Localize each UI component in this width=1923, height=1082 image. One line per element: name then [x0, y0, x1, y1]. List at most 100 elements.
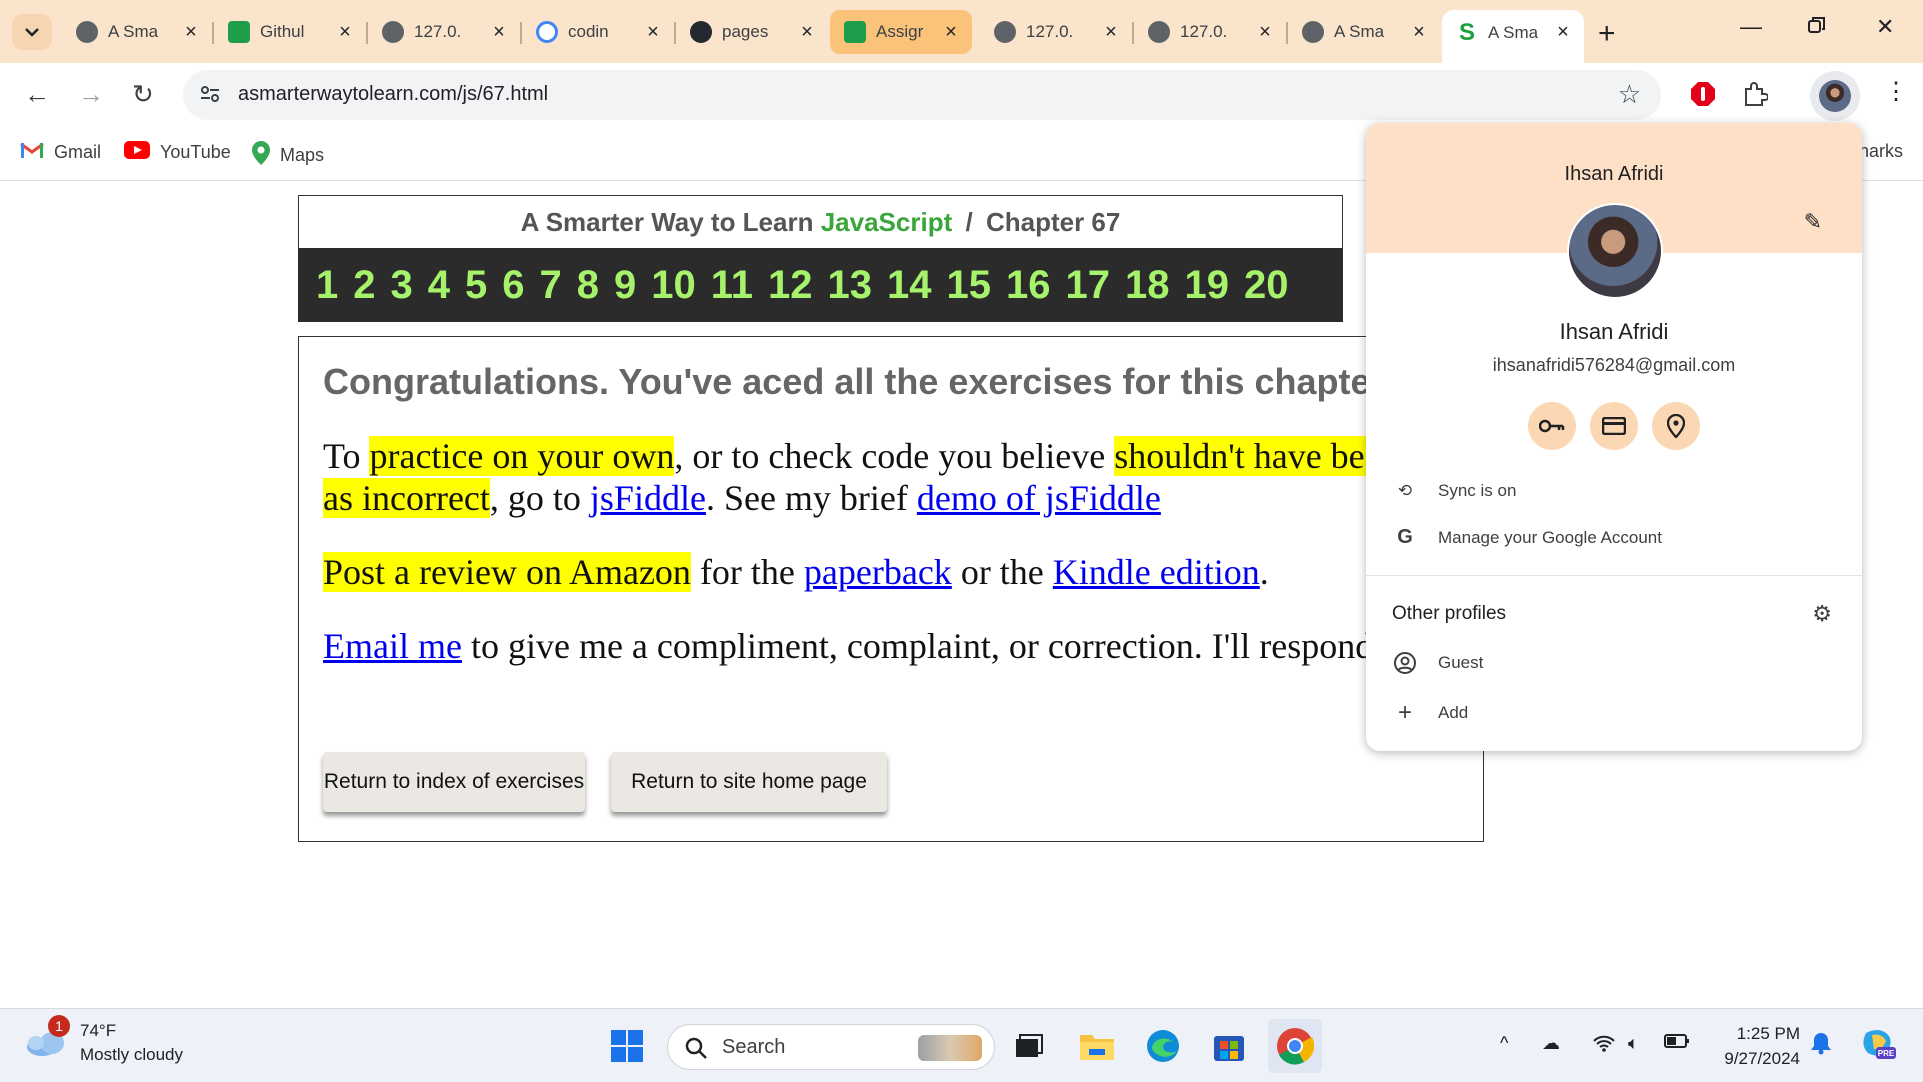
system-clock[interactable]: 1:25 PM 9/27/2024 [1700, 1021, 1800, 1071]
chapter-link[interactable]: 2 [353, 263, 375, 308]
tab-6[interactable]: Assigr × [830, 10, 972, 54]
minimize-icon[interactable]: — [1740, 14, 1762, 40]
close-icon[interactable]: × [940, 21, 962, 44]
chapter-link[interactable]: 18 [1125, 263, 1170, 308]
bookmark-gmail[interactable]: Gmail [20, 141, 101, 164]
return-to-index-button[interactable]: Return to index of exercises [323, 752, 585, 812]
chapter-link[interactable]: 3 [391, 263, 413, 308]
manage-account-row[interactable]: G Manage your Google Account [1392, 526, 1662, 549]
chrome-taskbar-icon[interactable] [1268, 1019, 1322, 1073]
reload-icon[interactable]: ↻ [132, 79, 154, 110]
chapter-link[interactable]: 12 [768, 263, 813, 308]
task-view-icon[interactable] [1008, 1025, 1050, 1067]
chapter-link[interactable]: 6 [502, 263, 524, 308]
weather-widget[interactable]: 1 74°F Mostly cloudy [24, 1015, 183, 1065]
extensions-puzzle-icon[interactable] [1742, 81, 1769, 112]
all-bookmarks-button[interactable]: narks [1859, 141, 1903, 162]
bookmark-youtube[interactable]: YouTube [124, 141, 231, 164]
tab-7[interactable]: 127.0. × [980, 10, 1134, 54]
bookmark-maps[interactable]: Maps [252, 141, 324, 170]
chevron-up-icon[interactable]: ^ [1500, 1033, 1508, 1054]
edge-browser-icon[interactable] [1142, 1025, 1184, 1067]
wifi-icon[interactable] [1592, 1033, 1616, 1058]
chapter-link[interactable]: 4 [428, 263, 450, 308]
close-icon[interactable]: × [488, 21, 510, 44]
tab-search-button[interactable] [12, 14, 52, 50]
address-bar[interactable]: asmarterwaytolearn.com/js/67.html ☆ [183, 70, 1661, 120]
close-icon[interactable]: × [796, 21, 818, 44]
email-paragraph: Email me to give me a compliment, compla… [323, 625, 1423, 667]
adblock-extension-icon[interactable] [1690, 81, 1716, 112]
jsfiddle-link[interactable]: jsFiddle [590, 478, 706, 518]
chapter-link[interactable]: 15 [947, 263, 992, 308]
payment-methods-button[interactable] [1590, 402, 1638, 450]
chapter-link[interactable]: 19 [1185, 263, 1230, 308]
chapter-link[interactable]: 20 [1244, 263, 1289, 308]
microsoft-store-icon[interactable] [1208, 1025, 1250, 1067]
email-me-link[interactable]: Email me [323, 626, 462, 666]
battery-icon[interactable] [1664, 1033, 1690, 1054]
sync-label: Sync is on [1438, 481, 1517, 500]
tab-2[interactable]: Githul × [214, 10, 368, 54]
new-tab-icon[interactable]: + [1598, 17, 1616, 51]
restore-icon[interactable] [1808, 14, 1826, 40]
youtube-icon [124, 141, 150, 164]
chapter-link[interactable]: 13 [828, 263, 873, 308]
close-icon[interactable]: × [180, 21, 202, 44]
tab-3[interactable]: 127.0. × [368, 10, 522, 54]
tab-9[interactable]: A Sma × [1288, 10, 1440, 54]
close-window-icon[interactable]: ✕ [1876, 14, 1894, 40]
practice-paragraph: To practice on your own, or to check cod… [323, 435, 1483, 519]
close-icon[interactable]: × [1100, 21, 1122, 44]
guest-profile-row[interactable]: Guest [1392, 651, 1483, 675]
notification-bell-icon[interactable] [1810, 1031, 1832, 1060]
addresses-button[interactable] [1652, 402, 1700, 450]
search-icon [685, 1037, 707, 1059]
gear-icon[interactable]: ⚙ [1812, 601, 1832, 627]
tab-10-active[interactable]: S A Sma × [1442, 10, 1584, 63]
text: , go to [489, 478, 590, 518]
chapter-link[interactable]: 10 [651, 263, 696, 308]
more-menu-icon[interactable]: ⋮ [1884, 77, 1908, 106]
jsfiddle-demo-link[interactable]: demo of jsFiddle [917, 478, 1161, 518]
tab-8[interactable]: 127.0. × [1134, 10, 1288, 54]
profile-avatar-button[interactable] [1810, 71, 1860, 121]
add-profile-row[interactable]: + Add [1392, 699, 1468, 727]
copilot-icon[interactable]: PRE [1860, 1025, 1896, 1066]
edit-pencil-icon[interactable]: ✎ [1804, 209, 1822, 235]
tab-4[interactable]: codin × [522, 10, 676, 54]
onedrive-offline-icon[interactable]: ☁ [1542, 1033, 1560, 1054]
chapter-link[interactable]: 7 [540, 263, 562, 308]
close-icon[interactable]: × [1408, 21, 1430, 44]
kindle-link[interactable]: Kindle edition [1053, 552, 1260, 592]
tab-1[interactable]: A Sma × [62, 10, 214, 54]
close-icon[interactable]: × [334, 21, 356, 44]
chapter-link[interactable]: 14 [887, 263, 932, 308]
file-explorer-icon[interactable] [1076, 1025, 1118, 1067]
taskbar-search-box[interactable]: Search [667, 1024, 995, 1070]
site-info-icon[interactable] [199, 83, 221, 105]
sync-status-row[interactable]: ⟲ Sync is on [1392, 481, 1517, 501]
chapter-link[interactable]: 8 [577, 263, 599, 308]
forward-icon[interactable]: → [78, 79, 104, 110]
chapter-link[interactable]: 1 [316, 263, 338, 308]
close-icon[interactable]: × [1552, 21, 1574, 44]
windows-start-icon[interactable] [606, 1025, 648, 1067]
chapter-link[interactable]: 11 [711, 263, 753, 308]
passwords-button[interactable] [1528, 402, 1576, 450]
return-to-home-button[interactable]: Return to site home page [611, 752, 887, 812]
tab-5[interactable]: pages × [676, 10, 828, 54]
close-icon[interactable]: × [642, 21, 664, 44]
chapter-link[interactable]: 16 [1006, 263, 1051, 308]
profile-email: ihsanafridi576284@gmail.com [1492, 355, 1736, 375]
volume-icon[interactable]: 🔈︎ [1628, 1033, 1639, 1054]
back-icon[interactable]: ← [24, 79, 50, 110]
paperback-link[interactable]: paperback [804, 552, 952, 592]
chapter-link[interactable]: 9 [614, 263, 636, 308]
highlight-text: Post a review on Amazon [323, 552, 691, 592]
chapter-link[interactable]: 5 [465, 263, 487, 308]
close-icon[interactable]: × [1254, 21, 1276, 44]
tab-title: A Sma [108, 22, 159, 41]
chapter-link[interactable]: 17 [1066, 263, 1111, 308]
bookmark-star-icon[interactable]: ☆ [1618, 79, 1641, 110]
